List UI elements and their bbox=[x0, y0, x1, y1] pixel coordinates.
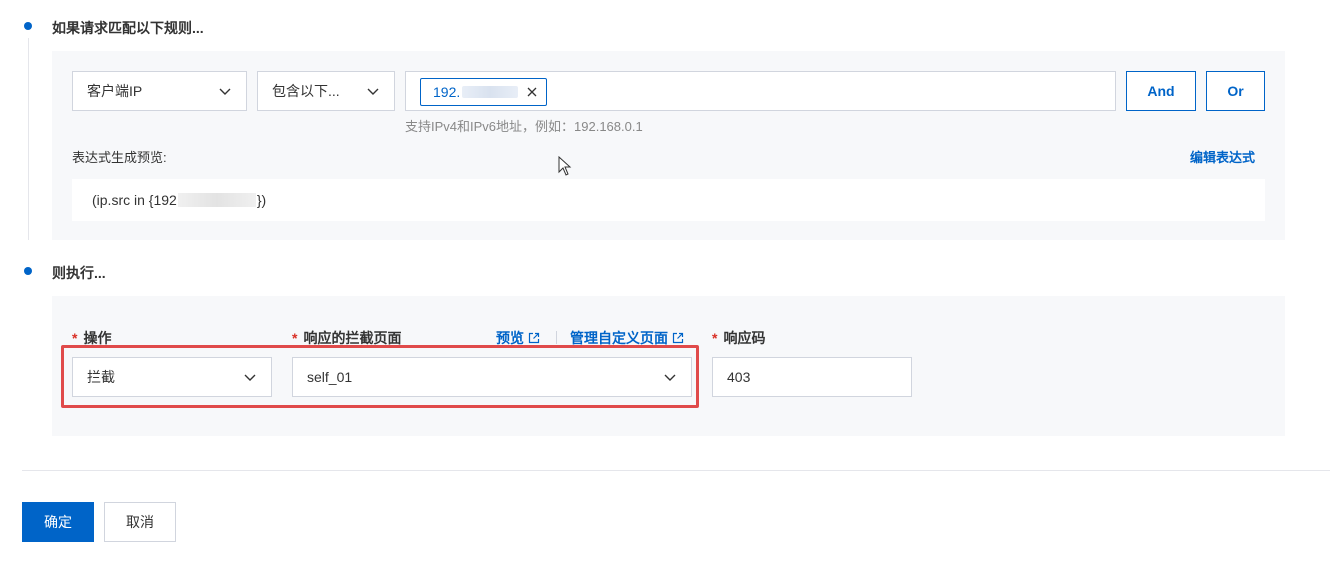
operator-select-value: 包含以下... bbox=[272, 83, 340, 99]
confirm-button[interactable]: 确定 bbox=[22, 502, 94, 542]
external-link-icon bbox=[528, 332, 540, 344]
or-button[interactable]: Or bbox=[1206, 71, 1265, 111]
close-icon[interactable] bbox=[526, 86, 538, 98]
required-mark: * bbox=[72, 330, 78, 346]
field-select-value: 客户端IP bbox=[87, 83, 143, 99]
cancel-button[interactable]: 取消 bbox=[104, 502, 176, 542]
footer-divider bbox=[22, 470, 1330, 471]
and-button[interactable]: And bbox=[1126, 71, 1196, 111]
timeline-line bbox=[28, 38, 29, 240]
expression-suffix: }) bbox=[256, 192, 267, 208]
mouse-cursor-icon bbox=[558, 156, 572, 176]
expression-preview: (ip.src in {192 }) bbox=[72, 179, 1265, 221]
response-code-input[interactable]: 403 bbox=[712, 357, 912, 397]
step-dot-actions bbox=[24, 267, 32, 275]
response-code-label: * 响应码 bbox=[712, 330, 766, 346]
edit-expression-link[interactable]: 编辑表达式 bbox=[1190, 147, 1255, 166]
expression-preview-label: 表达式生成预览: bbox=[72, 150, 167, 165]
ip-tag: 192. bbox=[420, 78, 548, 106]
required-mark: * bbox=[712, 330, 718, 346]
annotation-highlight-box bbox=[61, 345, 699, 408]
ip-tag-input[interactable]: 192. bbox=[405, 71, 1116, 111]
chevron-down-icon bbox=[367, 88, 379, 95]
redacted-ip-mask bbox=[462, 86, 519, 98]
ip-format-hint: 支持IPv4和IPv6地址，例如：192.168.0.1 bbox=[405, 119, 643, 134]
redacted-ip-mask bbox=[177, 193, 256, 207]
field-select[interactable]: 客户端IP bbox=[72, 71, 247, 111]
step-title-actions: 则执行... bbox=[52, 265, 106, 281]
response-code-value: 403 bbox=[727, 369, 751, 385]
link-separator bbox=[556, 331, 557, 344]
required-mark: * bbox=[292, 330, 298, 346]
chevron-down-icon bbox=[219, 88, 231, 95]
step-title-conditions: 如果请求匹配以下规则... bbox=[52, 20, 204, 36]
step-dot-conditions bbox=[24, 22, 32, 30]
ip-tag-text: 192. bbox=[433, 84, 461, 100]
expression-prefix: (ip.src in {192 bbox=[92, 192, 177, 208]
external-link-icon bbox=[672, 332, 684, 344]
operator-select[interactable]: 包含以下... bbox=[257, 71, 395, 111]
